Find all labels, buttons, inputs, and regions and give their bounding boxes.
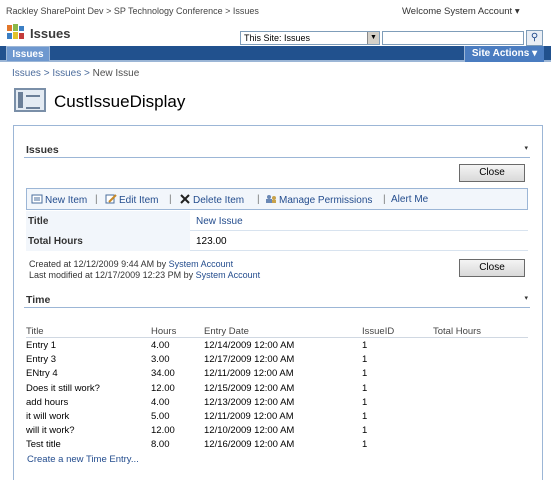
close-button-bottom[interactable]: Close xyxy=(459,259,525,277)
page-title: CustIssueDisplay xyxy=(54,92,186,111)
table-cell: 12/16/2009 12:00 AM xyxy=(204,439,295,451)
table-cell: 12/11/2009 12:00 AM xyxy=(204,368,294,380)
table-row-title[interactable]: it will work xyxy=(26,411,69,422)
table-cell: 1 xyxy=(362,354,368,366)
table-cell: 1 xyxy=(362,368,368,380)
sharepoint-logo-icon xyxy=(7,24,24,39)
global-breadcrumb-item[interactable]: SP Technology Conference xyxy=(114,6,223,16)
global-breadcrumb: Rackley SharePoint Dev > SP Technology C… xyxy=(6,6,259,16)
table-row-title[interactable]: Entry 1 xyxy=(26,340,56,351)
delete-icon xyxy=(180,194,190,204)
table-cell: 8.00 xyxy=(151,439,170,451)
page-icon xyxy=(14,88,46,112)
table-cell: 12/17/2009 12:00 AM xyxy=(204,354,295,366)
site-title[interactable]: Issues xyxy=(30,26,70,41)
global-breadcrumb-item[interactable]: Rackley SharePoint Dev xyxy=(6,6,104,16)
webpart-title: Issues xyxy=(26,144,59,156)
search-input[interactable] xyxy=(382,31,524,45)
header-divider xyxy=(26,337,528,338)
edit-item-button[interactable]: Edit Item xyxy=(105,194,158,206)
tab-issues[interactable]: Issues xyxy=(6,46,50,62)
global-top-bar: Rackley SharePoint Dev > SP Technology C… xyxy=(0,0,551,22)
column-header-title[interactable]: Title xyxy=(26,326,44,337)
permissions-icon xyxy=(266,195,276,203)
issues-webpart-header: Issues ▾ xyxy=(24,142,530,158)
table-cell: 1 xyxy=(362,340,368,351)
create-time-entry-link[interactable]: Create a new Time Entry... xyxy=(27,454,139,465)
table-cell: 3.00 xyxy=(151,354,170,366)
close-button[interactable]: Close xyxy=(459,164,525,182)
search-scope-value: This Site: Issues xyxy=(244,33,311,43)
alert-me-button[interactable]: Alert Me xyxy=(391,194,428,205)
table-cell: 12.00 xyxy=(151,382,175,394)
table-cell: 1 xyxy=(362,425,368,437)
site-actions-menu[interactable]: Site Actions ▾ xyxy=(464,46,544,62)
field-value: 123.00 xyxy=(196,236,227,247)
webpart-menu-icon[interactable]: ▾ xyxy=(524,294,528,302)
table-cell: 12/13/2009 12:00 AM xyxy=(204,396,295,408)
column-header-hours[interactable]: Hours xyxy=(151,326,176,337)
modified-info: Last modified at 12/17/2009 12:23 PM by … xyxy=(29,270,261,280)
modified-by-link[interactable]: System Account xyxy=(196,270,261,280)
new-item-icon xyxy=(31,194,43,204)
form-row-total-hours: Total Hours 123.00 xyxy=(26,231,528,251)
table-cell: 1 xyxy=(362,382,368,394)
webpart-title: Time xyxy=(26,294,51,306)
field-label: Total Hours xyxy=(26,231,190,251)
table-cell: 12/14/2009 12:00 AM xyxy=(204,340,295,351)
global-breadcrumb-item[interactable]: Issues xyxy=(233,6,259,16)
table-row-title[interactable]: will it work? xyxy=(26,425,75,436)
column-header-total-hours[interactable]: Total Hours xyxy=(433,326,481,337)
table-row-title[interactable]: Does it still work? xyxy=(26,383,100,394)
form-row-title: Title New Issue xyxy=(26,211,528,231)
table-cell: 1 xyxy=(362,411,368,422)
table-cell: 12/11/2009 12:00 AM xyxy=(204,411,294,422)
table-cell: 4.00 xyxy=(151,340,170,351)
table-row-title[interactable]: ENtry 4 xyxy=(26,368,58,379)
table-row-title[interactable]: Test title xyxy=(26,439,61,450)
delete-item-button[interactable]: Delete Item xyxy=(179,194,244,206)
title-link[interactable]: New Issue xyxy=(196,216,243,227)
table-cell: 4.00 xyxy=(151,396,170,408)
created-by-link[interactable]: System Account xyxy=(169,259,234,269)
item-toolbar: New Item | Edit Item | Delete Item | Man… xyxy=(26,188,528,210)
table-cell: 1 xyxy=(362,396,368,408)
chevron-down-icon[interactable]: ▼ xyxy=(367,32,379,44)
search-scope-select[interactable]: This Site: Issues ▼ xyxy=(240,31,380,45)
edit-item-icon xyxy=(105,194,117,204)
table-cell: 5.00 xyxy=(151,411,170,422)
field-label: Title xyxy=(26,211,190,231)
breadcrumb-current: New Issue xyxy=(92,68,140,79)
welcome-menu[interactable]: Welcome System Account ▾ xyxy=(402,6,520,17)
webpart-menu-icon[interactable]: ▾ xyxy=(524,144,528,152)
created-info: Created at 12/12/2009 9:44 AM by System … xyxy=(29,259,234,269)
table-cell: 12/15/2009 12:00 AM xyxy=(204,382,295,394)
table-cell: 1 xyxy=(362,439,368,451)
column-header-entry-date[interactable]: Entry Date xyxy=(204,326,249,337)
time-webpart-header: Time ▾ xyxy=(24,292,530,308)
table-row-title[interactable]: Entry 3 xyxy=(26,354,56,365)
new-item-button[interactable]: New Item xyxy=(31,194,87,206)
breadcrumb: Issues > Issues > New Issue xyxy=(12,68,140,79)
search-icon[interactable]: ⚲ xyxy=(526,30,543,46)
table-cell: 34.00 xyxy=(151,368,175,380)
table-row-title[interactable]: add hours xyxy=(26,397,68,408)
breadcrumb-item[interactable]: Issues xyxy=(12,68,41,79)
column-header-issueid[interactable]: IssueID xyxy=(362,326,394,337)
breadcrumb-item[interactable]: Issues xyxy=(52,68,81,79)
table-cell: 12/10/2009 12:00 AM xyxy=(204,425,295,437)
manage-permissions-button[interactable]: Manage Permissions xyxy=(265,194,372,206)
table-cell: 12.00 xyxy=(151,425,175,437)
